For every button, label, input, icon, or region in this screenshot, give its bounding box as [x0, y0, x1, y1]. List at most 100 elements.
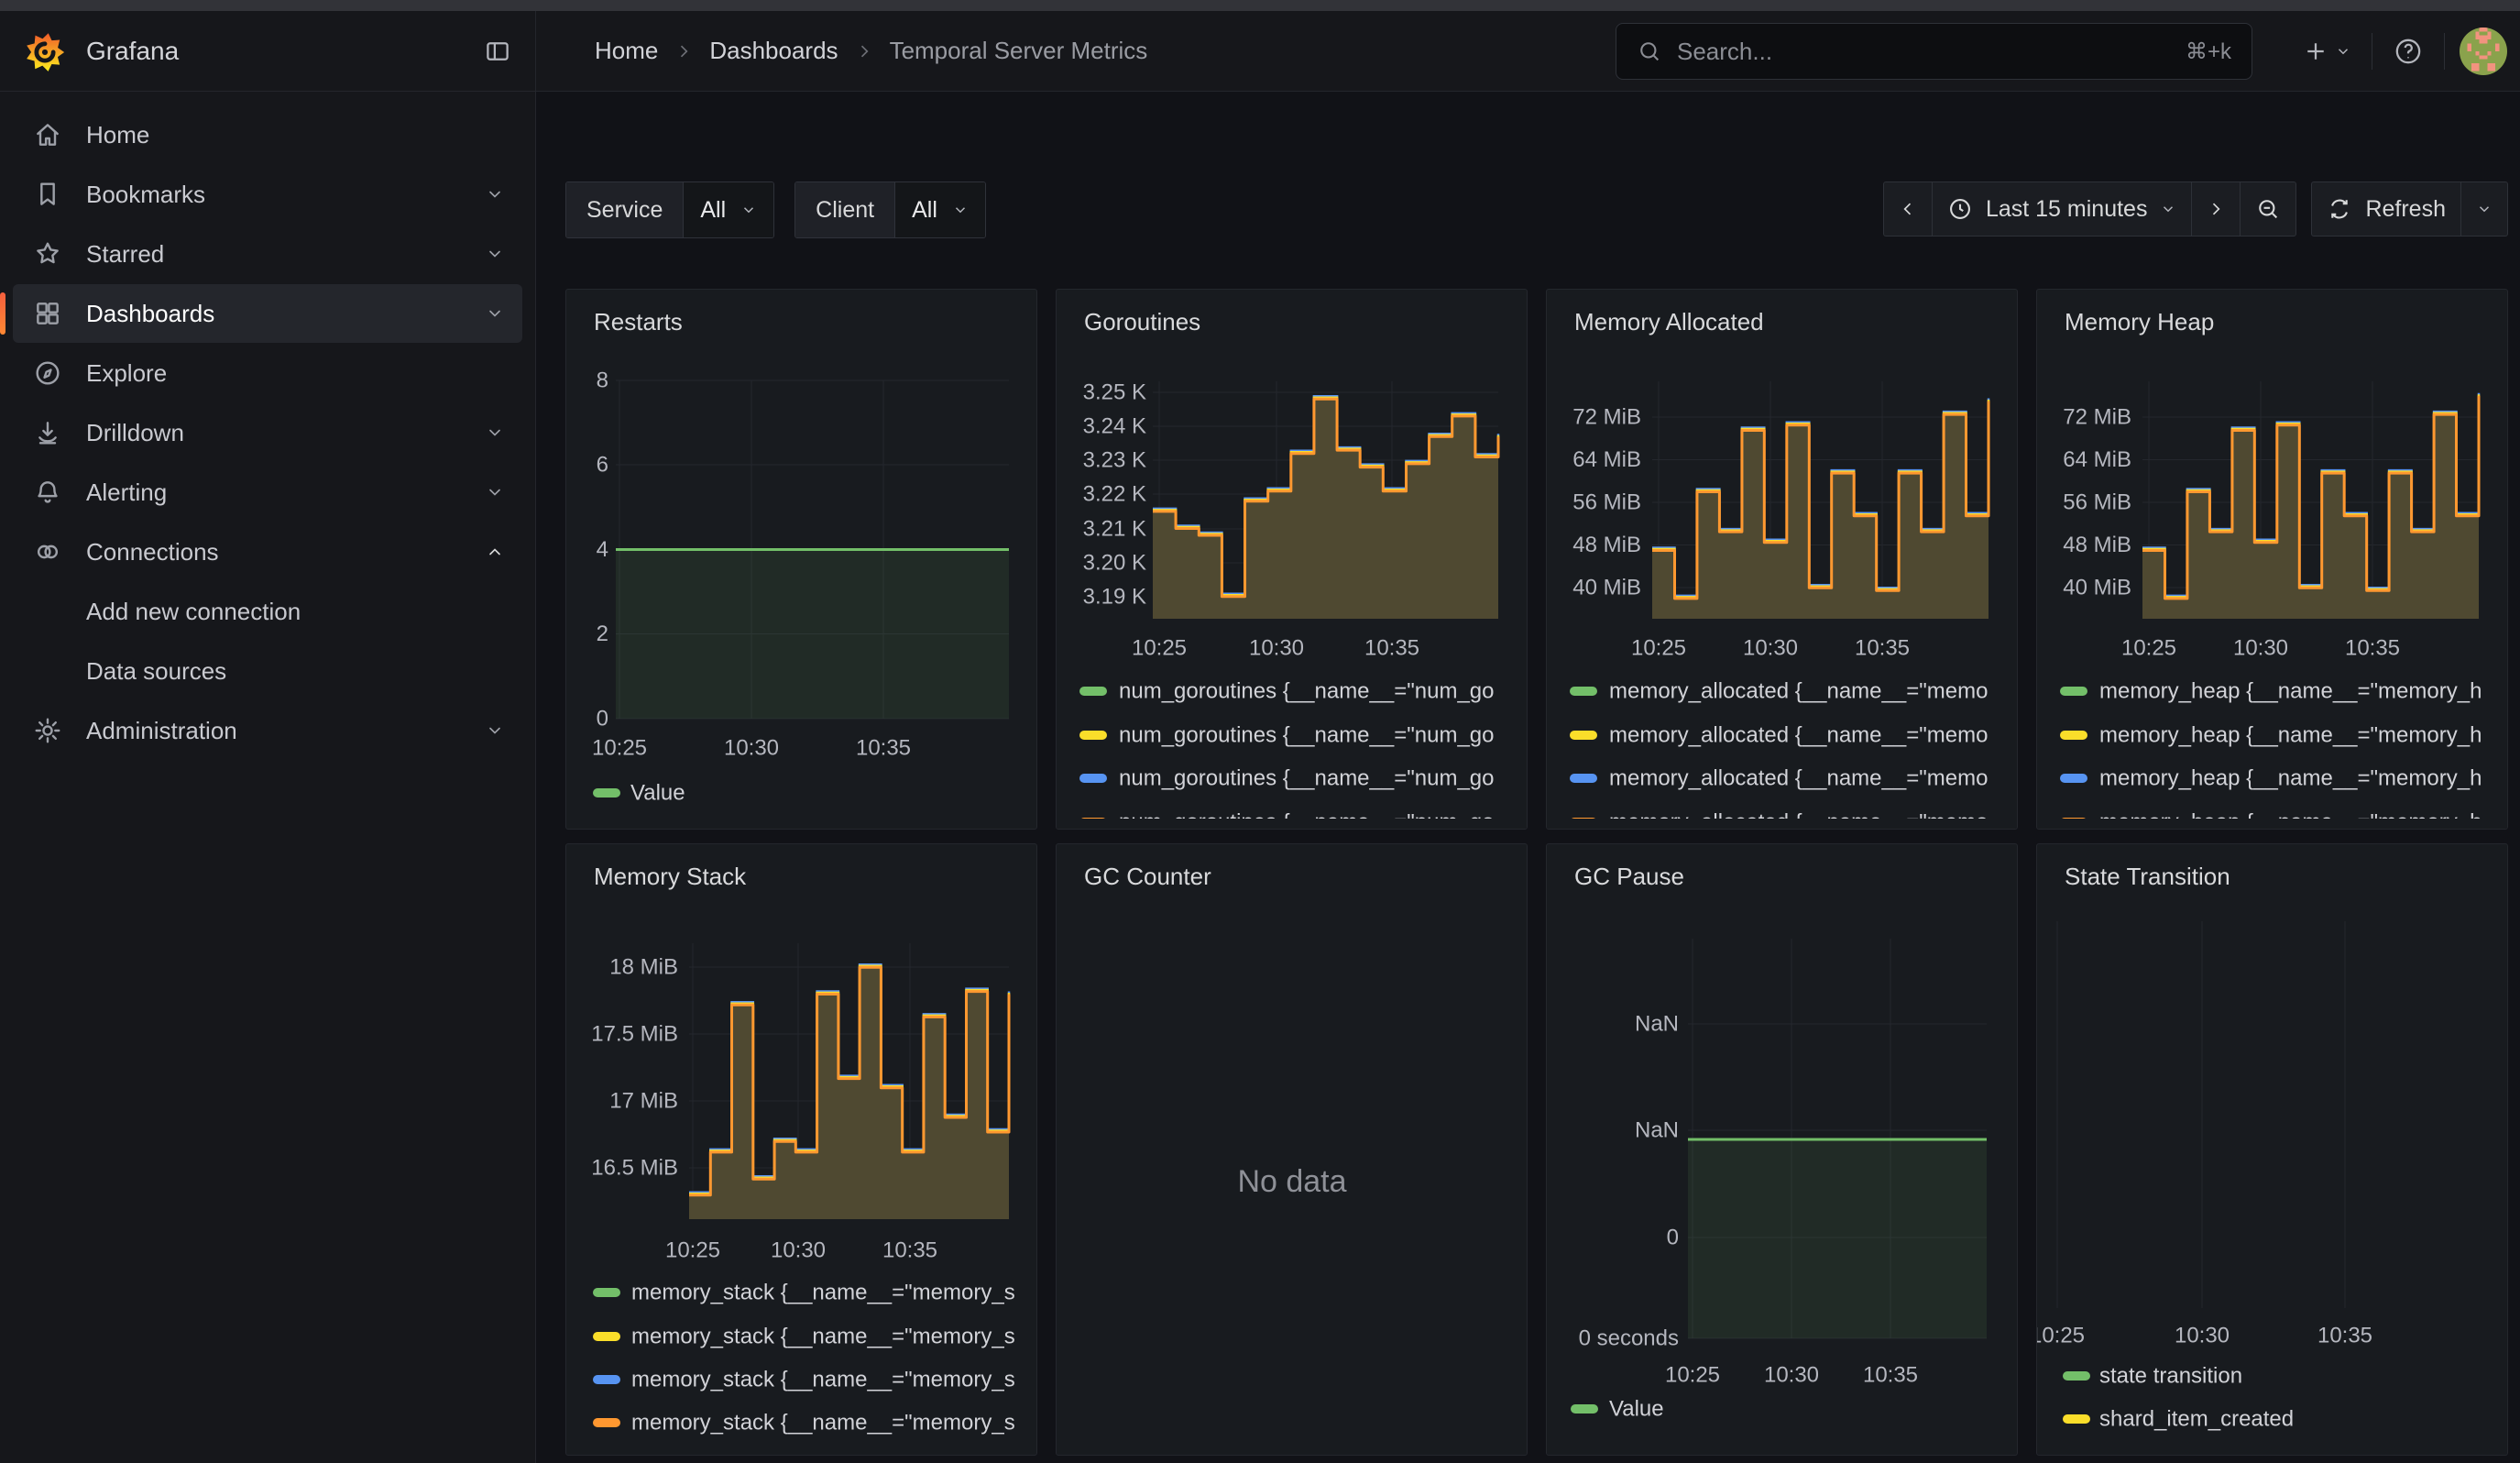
time-range-picker[interactable]: Last 15 minutes: [1932, 182, 2192, 236]
svg-text:memory_allocated {__name__="me: memory_allocated {__name__="memo: [1609, 766, 1988, 791]
panel-title[interactable]: Restarts: [594, 308, 683, 336]
panel-chart-gc-counter[interactable]: No data: [1057, 844, 1527, 1455]
sidebar-item-explore[interactable]: Explore: [13, 344, 522, 402]
sidebar-item-label: Bookmarks: [86, 181, 205, 209]
svg-text:56 MiB: 56 MiB: [1572, 490, 1641, 515]
svg-text:10:25: 10:25: [665, 1238, 720, 1263]
svg-text:10:30: 10:30: [1249, 636, 1304, 661]
sidebar-item-label: Drilldown: [86, 419, 184, 447]
svg-text:memory_heap {__name__="memory_: memory_heap {__name__="memory_h: [2099, 766, 2482, 791]
sidebar-item-home[interactable]: Home: [13, 105, 522, 164]
refresh-button[interactable]: Refresh: [2312, 182, 2460, 236]
grid-icon: [33, 299, 62, 328]
grafana-app: Grafana Home Dashboards Temporal Server …: [0, 0, 2520, 1463]
panel-title[interactable]: Memory Stack: [594, 863, 746, 891]
divider: [2444, 33, 2445, 70]
svg-text:No data: No data: [1237, 1164, 1346, 1199]
svg-text:memory_allocated {__name__="me: memory_allocated {__name__="memo: [1609, 679, 1988, 704]
panel-title[interactable]: State Transition: [2065, 863, 2230, 891]
panel-chart-memory-stack[interactable]: 10:2510:3010:3518 MiB17.5 MiB17 MiB16.5 …: [566, 844, 1036, 1455]
panel-title[interactable]: GC Pause: [1574, 863, 1684, 891]
panel-title[interactable]: GC Counter: [1084, 863, 1211, 891]
svg-text:10:25: 10:25: [592, 736, 647, 761]
panel-chart-gc-pause[interactable]: 10:2510:3010:35NaNNaN00 secondsValue: [1547, 844, 2017, 1455]
add-button[interactable]: [2296, 32, 2357, 71]
panel-memory-heap: Memory Heap 10:2510:3010:3572 MiB64 MiB5…: [2036, 289, 2508, 830]
link-icon: [33, 537, 62, 566]
filter-service-value[interactable]: All: [683, 182, 773, 237]
chevron-down-icon[interactable]: [486, 721, 504, 740]
search-icon: [1637, 38, 1662, 64]
chevron-down-icon: [2160, 201, 2176, 217]
svg-text:4: 4: [597, 537, 608, 562]
header-brand-area: Grafana: [0, 11, 536, 91]
help-button[interactable]: [2387, 30, 2429, 72]
panel-title[interactable]: Memory Allocated: [1574, 308, 1764, 336]
chevron-down-icon[interactable]: [486, 245, 504, 263]
sidebar-item-administration[interactable]: Administration: [13, 701, 522, 760]
search-input[interactable]: Search... ⌘+k: [1616, 23, 2252, 80]
brand-name: Grafana: [86, 37, 179, 66]
chevron-down-icon[interactable]: [486, 483, 504, 501]
sidebar-item-label: Connections: [86, 538, 219, 566]
sidebar-item-label: Explore: [86, 359, 167, 388]
filter-service[interactable]: Service All: [565, 182, 774, 238]
svg-text:3.22 K: 3.22 K: [1083, 482, 1146, 507]
filter-client[interactable]: Client All: [794, 182, 986, 238]
filter-client-value[interactable]: All: [894, 182, 985, 237]
svg-text:10:35: 10:35: [1364, 636, 1419, 661]
variable-filters: Service All Client All: [565, 182, 986, 238]
sidebar-item-data-sources[interactable]: Data sources: [13, 642, 522, 700]
time-controls: Last 15 minutes Refresh: [1883, 182, 2508, 236]
header: Grafana Home Dashboards Temporal Server …: [0, 11, 2520, 92]
breadcrumb: Home Dashboards Temporal Server Metrics: [595, 37, 1147, 65]
chevron-up-icon[interactable]: [486, 543, 504, 561]
refresh-group: Refresh: [2311, 182, 2508, 236]
breadcrumb-home[interactable]: Home: [595, 37, 658, 65]
svg-text:0 seconds: 0 seconds: [1579, 1326, 1679, 1351]
sidebar-item-label: Starred: [86, 240, 164, 269]
svg-text:3.23 K: 3.23 K: [1083, 448, 1146, 473]
sidebar-item-bookmarks[interactable]: Bookmarks: [13, 165, 522, 224]
chevron-down-icon: [952, 202, 969, 218]
panel-title[interactable]: Memory Heap: [2065, 308, 2214, 336]
star-icon: [33, 239, 62, 269]
chevron-down-icon[interactable]: [486, 304, 504, 323]
time-range-group: Last 15 minutes: [1883, 182, 2297, 236]
chevron-down-icon[interactable]: [486, 185, 504, 204]
panel-chart-state-transition[interactable]: 10:2510:3010:35state transitionshard_ite…: [2037, 844, 2507, 1455]
panel-memory-allocated: Memory Allocated 10:2510:3010:3572 MiB64…: [1546, 289, 2018, 830]
svg-text:memory_allocated {__name__="me: memory_allocated {__name__="memo: [1609, 723, 1988, 748]
svg-text:3.19 K: 3.19 K: [1083, 585, 1146, 610]
avatar[interactable]: [2460, 28, 2507, 75]
sidebar-item-alerting[interactable]: Alerting: [13, 463, 522, 522]
svg-text:64 MiB: 64 MiB: [1572, 447, 1641, 472]
time-shift-back-button[interactable]: [1884, 182, 1932, 236]
chevron-down-icon: [2476, 201, 2493, 217]
refresh-interval-button[interactable]: [2460, 182, 2507, 236]
svg-text:10:30: 10:30: [1743, 636, 1798, 661]
sidebar-toggle-icon[interactable]: [480, 34, 515, 69]
svg-text:num_goroutines {__name__="num_: num_goroutines {__name__="num_go: [1119, 679, 1495, 704]
sidebar-item-drilldown[interactable]: Drilldown: [13, 403, 522, 462]
sidebar-item-connections[interactable]: Connections: [13, 522, 522, 581]
panel-grid: Restarts 10:2510:3010:3586420Value Gorou…: [565, 289, 2508, 1456]
breadcrumb-dashboards[interactable]: Dashboards: [709, 37, 838, 65]
svg-text:memory_stack {__name__="memory: memory_stack {__name__="memory_s: [631, 1281, 1015, 1305]
panel-chart-restarts[interactable]: 10:2510:3010:3586420Value: [566, 290, 1036, 829]
sidebar-item-starred[interactable]: Starred: [13, 225, 522, 283]
panel-title[interactable]: Goroutines: [1084, 308, 1200, 336]
panel-chart-memory-heap[interactable]: 10:2510:3010:3572 MiB64 MiB56 MiB48 MiB4…: [2037, 290, 2507, 829]
sidebar-item-add-new-connection[interactable]: Add new connection: [13, 582, 522, 641]
chevron-down-icon[interactable]: [486, 424, 504, 442]
sidebar-item-label: Administration: [86, 717, 237, 745]
sidebar-item-dashboards[interactable]: Dashboards: [13, 284, 522, 343]
panel-chart-goroutines[interactable]: 10:2510:3010:353.25 K3.24 K3.23 K3.22 K3…: [1057, 290, 1527, 829]
panel-memory-stack: Memory Stack 10:2510:3010:3518 MiB17.5 M…: [565, 843, 1037, 1456]
time-shift-forward-button[interactable]: [2191, 182, 2240, 236]
panel-chart-memory-allocated[interactable]: 10:2510:3010:3572 MiB64 MiB56 MiB48 MiB4…: [1547, 290, 2017, 829]
svg-text:18 MiB: 18 MiB: [609, 955, 678, 980]
time-zoom-out-button[interactable]: [2240, 182, 2295, 236]
chevron-right-icon: [2207, 200, 2225, 218]
svg-text:0: 0: [1667, 1226, 1679, 1250]
